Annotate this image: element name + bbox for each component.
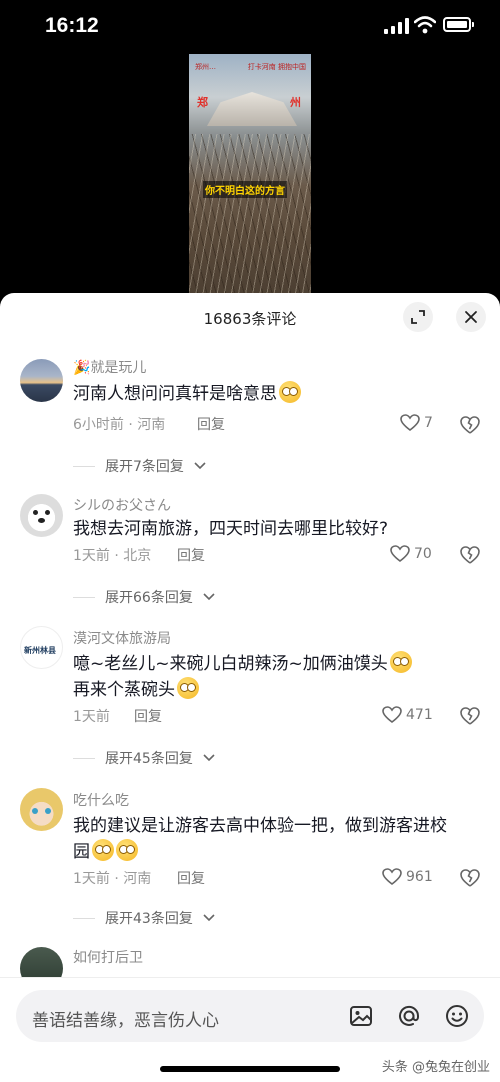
video-caption: 你不明白这的方言 <box>203 181 287 198</box>
chevron-down-icon <box>194 462 206 470</box>
battery-icon <box>443 17 474 32</box>
comment-text: 我想去河南旅游，四天时间去哪里比较好? <box>73 519 389 539</box>
comment-username[interactable]: 如何打后卫 <box>73 947 143 967</box>
comment-meta: 1天前 · 北京 <box>73 548 152 564</box>
eye-roll-emoji-icon <box>177 677 199 699</box>
wifi-icon <box>414 16 436 34</box>
heart-icon <box>400 414 420 432</box>
divider <box>73 596 95 598</box>
like-button[interactable]: 471 <box>382 706 433 724</box>
avatar-logo-text: 新州林县 <box>24 646 56 655</box>
comment-username[interactable]: 🎉就是玩儿 <box>73 357 146 377</box>
station-roof <box>207 92 297 126</box>
status-bar: 16:12 <box>0 0 500 54</box>
eye-roll-emoji-icon <box>279 381 301 403</box>
avatar[interactable]: 新州林县 <box>20 626 63 669</box>
comment-meta: 1天前 · 河南 <box>73 871 152 887</box>
grimace-emoji-icon <box>92 839 114 861</box>
fullscreen-button[interactable] <box>403 302 433 332</box>
watermark: 头条 @兔兔在创业 <box>381 1060 490 1075</box>
like-button[interactable]: 961 <box>382 868 433 886</box>
grimace-emoji-icon <box>116 839 138 861</box>
like-count: 70 <box>414 546 432 562</box>
divider <box>73 757 95 759</box>
like-count: 961 <box>406 869 433 885</box>
comment-text: 噫~老丝儿~来碗儿白胡辣汤~加俩油馍头 再来个蒸碗头 <box>73 651 473 703</box>
railway-tracks <box>189 134 311 294</box>
emoji-icon[interactable] <box>444 1003 470 1029</box>
avatar[interactable] <box>20 359 63 402</box>
panel-header: 16863条评论 <box>0 293 500 339</box>
expand-replies-button[interactable]: 展开7条回复 <box>73 456 206 476</box>
chevron-down-icon <box>203 914 215 922</box>
image-icon[interactable] <box>348 1003 374 1029</box>
cellular-signal-icon <box>384 18 409 34</box>
comment-input[interactable]: 善语结善缘，恶言伤人心 <box>16 990 484 1042</box>
comment-username[interactable]: シルのお父さん <box>73 495 171 515</box>
heart-icon <box>382 868 402 886</box>
comment-meta: 1天前 <box>73 709 110 725</box>
chevron-down-icon <box>203 754 215 762</box>
reply-button[interactable]: 回复 <box>177 868 205 888</box>
heart-icon <box>390 545 410 563</box>
party-badge-icon: 🎉 <box>73 360 91 376</box>
divider <box>73 465 95 467</box>
eye-roll-emoji-icon <box>389 651 412 673</box>
status-time: 16:12 <box>45 14 99 37</box>
video-city-left: 郑 <box>197 96 208 109</box>
like-button[interactable]: 7 <box>400 414 433 432</box>
close-icon <box>465 311 477 323</box>
expand-replies-button[interactable]: 展开66条回复 <box>73 587 215 607</box>
at-icon[interactable] <box>396 1003 422 1029</box>
broken-heart-icon[interactable] <box>459 868 481 888</box>
comment-text: 我的建议是让游客去高中体验一把，做到游客进校 园 <box>73 816 447 862</box>
reply-button[interactable]: 回复 <box>197 414 225 434</box>
video-city-right: 州 <box>290 96 301 109</box>
expand-replies-button[interactable]: 展开43条回复 <box>73 908 215 928</box>
comment-input-placeholder: 善语结善缘，恶言伤人心 <box>32 1011 219 1031</box>
broken-heart-icon[interactable] <box>459 545 481 565</box>
like-count: 7 <box>424 415 433 431</box>
reply-button[interactable]: 回复 <box>134 706 162 726</box>
comment-meta: 6小时前 · 河南 <box>73 417 166 433</box>
comment-text: 河南人想问问真轩是啥意思 <box>73 381 453 407</box>
comment-username[interactable]: 吃什么吃 <box>73 790 129 810</box>
expand-replies-button[interactable]: 展开45条回复 <box>73 748 215 768</box>
broken-heart-icon[interactable] <box>459 415 481 435</box>
fullscreen-icon <box>411 310 425 324</box>
avatar[interactable] <box>20 494 63 537</box>
close-button[interactable] <box>456 302 486 332</box>
comment-panel: 16863条评论 🎉就是玩儿 河南人想问问真轩是啥意思 6小时前 · 河南 回复… <box>0 293 500 1082</box>
broken-heart-icon[interactable] <box>459 706 481 726</box>
reply-button[interactable]: 回复 <box>177 545 205 565</box>
video-logo-right: 打卡河南 拥抱中国 <box>247 63 306 71</box>
like-button[interactable]: 70 <box>390 545 432 563</box>
chevron-down-icon <box>203 593 215 601</box>
like-count: 471 <box>406 707 433 723</box>
video-logo-left: 郑州… <box>195 63 216 71</box>
comment-username[interactable]: 漠河文体旅游局 <box>73 628 171 648</box>
avatar[interactable] <box>20 788 63 831</box>
divider <box>73 917 95 919</box>
video-player[interactable]: 郑州… 打卡河南 拥抱中国 郑 州 你不明白这的方言 <box>189 54 311 294</box>
home-indicator[interactable] <box>160 1066 340 1072</box>
heart-icon <box>382 706 402 724</box>
